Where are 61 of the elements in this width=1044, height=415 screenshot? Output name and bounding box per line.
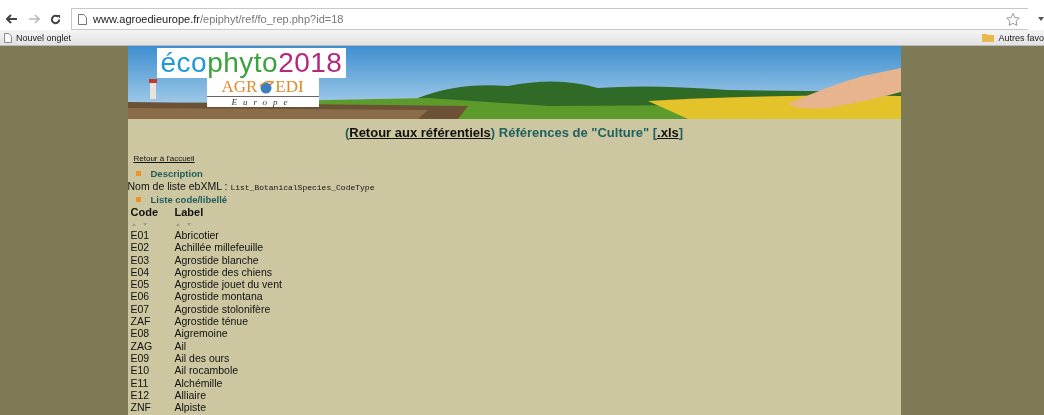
- code-cell: ZAF: [130, 315, 151, 328]
- bullet-icon: [135, 171, 141, 176]
- code-cell: E07: [130, 302, 150, 315]
- section-title: Liste code/libellé: [150, 194, 228, 205]
- label-cell: Agrostide stolonifère: [174, 302, 271, 315]
- folder-icon: [982, 33, 995, 42]
- code-cell: E03: [130, 253, 150, 266]
- menu-caret-icon[interactable]: [1038, 17, 1044, 21]
- label-cell: Ail des ours: [174, 351, 230, 364]
- code-cell: E11: [130, 376, 149, 389]
- page-title: ) Références de "Culture" [: [490, 125, 658, 140]
- header-bracket: ]: [678, 125, 684, 140]
- label-cell: Alpiste: [174, 401, 206, 414]
- label-cell: Agrostide des chiens: [174, 265, 272, 278]
- page-icon: [78, 13, 87, 25]
- sort-arrows-icon[interactable]: [130, 222, 149, 227]
- label-cell: Alchémille: [174, 376, 223, 389]
- field-label: Nom de liste ebXML :: [127, 180, 229, 192]
- header-bracket: (: [344, 125, 350, 140]
- label-cell: Agrostide jouet du vent: [174, 278, 282, 291]
- page-icon: [4, 32, 12, 43]
- reload-icon[interactable]: [50, 13, 61, 25]
- xls-link[interactable]: .xls: [657, 125, 679, 140]
- label-cell: Achillée millefeuille: [174, 241, 264, 254]
- url-path: /epiphyt/ref/fo_rep.php?id=18: [200, 13, 344, 25]
- forward-arrow-icon[interactable]: [28, 14, 40, 24]
- code-cell: E12: [130, 388, 150, 401]
- sort-arrows-icon[interactable]: [174, 222, 193, 227]
- address-bar[interactable]: www.agroedieurope.fr/epiphyt/ref/fo_rep.php?id=18: [71, 8, 1028, 30]
- code-cell: E01: [130, 229, 150, 241]
- ecophyto-logo: écophyto2018: [156, 48, 347, 78]
- label-cell: Aigremoine: [174, 327, 228, 340]
- code-cell: E09: [130, 351, 150, 364]
- field-value: List_BotanicalSpecies_CodeType: [230, 183, 375, 192]
- label-cell: Ail rocambole: [174, 364, 239, 377]
- agroedi-logo: AGR EDI Europe: [206, 78, 319, 107]
- bullet-icon: [135, 197, 141, 202]
- code-cell: E08: [130, 327, 150, 340]
- code-cell: E06: [130, 290, 150, 303]
- bookmark-item[interactable]: Nouvel onglet: [16, 32, 72, 43]
- code-cell: ZAG: [130, 339, 153, 352]
- back-arrow-icon[interactable]: [6, 14, 18, 24]
- bookmark-folder[interactable]: Autres favo: [998, 32, 1044, 43]
- back-to-references-link[interactable]: Retour aux référentiels: [349, 125, 491, 140]
- code-cell: E10: [130, 364, 150, 377]
- label-cell: Agrostide blanche: [174, 253, 259, 266]
- label-cell: Abricotier: [174, 229, 219, 241]
- code-cell: E02: [130, 241, 150, 254]
- star-icon[interactable]: [1006, 12, 1020, 26]
- label-cell: Agrostide ténue: [174, 315, 249, 328]
- label-cell: Ail: [174, 339, 187, 352]
- label-cell: Alliaire: [174, 388, 206, 401]
- url-host: www.agroedieurope.fr: [93, 13, 200, 25]
- label-cell: Agrostide montana: [174, 290, 263, 303]
- column-header: Code: [130, 206, 158, 218]
- code-cell: E04: [130, 265, 150, 278]
- section-title: Description: [150, 168, 203, 179]
- code-cell: ZNF: [130, 401, 151, 414]
- home-link[interactable]: Retour à l'accueil: [133, 154, 195, 163]
- column-header: Label: [174, 206, 204, 218]
- code-cell: E05: [130, 278, 150, 291]
